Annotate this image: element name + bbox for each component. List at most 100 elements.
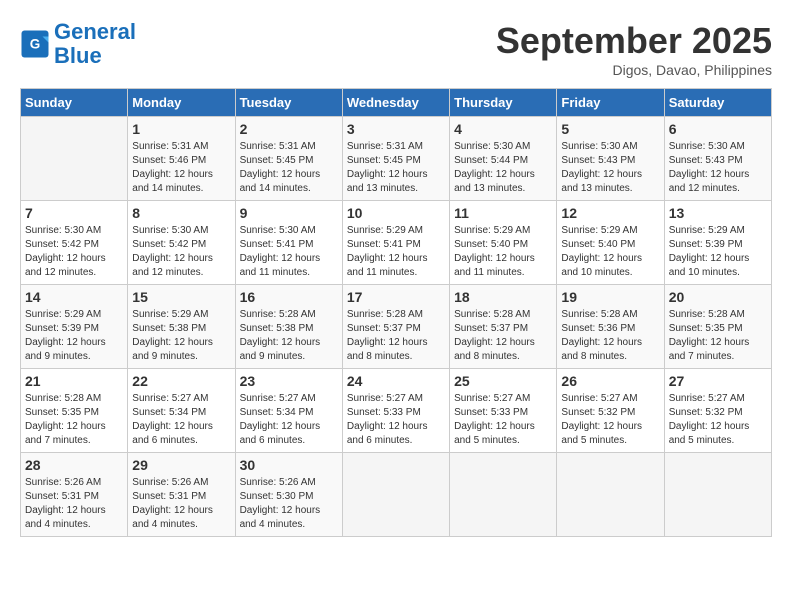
col-header-thursday: Thursday (450, 89, 557, 117)
header-row: SundayMondayTuesdayWednesdayThursdayFrid… (21, 89, 772, 117)
day-info: Sunrise: 5:30 AM Sunset: 5:42 PM Dayligh… (132, 224, 230, 280)
day-info: Sunrise: 5:28 AM Sunset: 5:37 PM Dayligh… (347, 308, 445, 364)
day-info: Sunrise: 5:26 AM Sunset: 5:31 PM Dayligh… (132, 476, 230, 532)
day-cell: 22 Sunrise: 5:27 AM Sunset: 5:34 PM Dayli… (128, 369, 235, 453)
day-info: Sunrise: 5:28 AM Sunset: 5:35 PM Dayligh… (25, 392, 123, 448)
day-info: Sunrise: 5:29 AM Sunset: 5:39 PM Dayligh… (669, 224, 767, 280)
day-number: 13 (669, 205, 767, 221)
day-info: Sunrise: 5:28 AM Sunset: 5:35 PM Dayligh… (669, 308, 767, 364)
page-header: G General Blue September 2025 Digos, Dav… (20, 20, 772, 78)
day-number: 6 (669, 121, 767, 137)
day-cell: 20Sunrise: 5:28 AM Sunset: 5:35 PM Dayli… (664, 285, 771, 369)
day-info: Sunrise: 5:29 AM Sunset: 5:39 PM Dayligh… (25, 308, 123, 364)
week-row-5: 28 Sunrise: 5:26 AM Sunset: 5:31 PM Dayli… (21, 453, 772, 537)
day-number: 25 (454, 373, 552, 389)
week-row-2: 7 Sunrise: 5:30 AM Sunset: 5:42 PM Daylig… (21, 201, 772, 285)
day-cell: 4 Sunrise: 5:30 AM Sunset: 5:44 PM Daylig… (450, 117, 557, 201)
day-info: Sunrise: 5:29 AM Sunset: 5:40 PM Dayligh… (454, 224, 552, 280)
day-info: Sunrise: 5:30 AM Sunset: 5:43 PM Dayligh… (669, 140, 767, 196)
day-cell: 24 Sunrise: 5:27 AM Sunset: 5:33 PM Dayli… (342, 369, 449, 453)
day-cell: 27Sunrise: 5:27 AM Sunset: 5:32 PM Dayli… (664, 369, 771, 453)
day-info: Sunrise: 5:31 AM Sunset: 5:45 PM Dayligh… (240, 140, 338, 196)
day-info: Sunrise: 5:27 AM Sunset: 5:34 PM Dayligh… (132, 392, 230, 448)
day-cell: 25 Sunrise: 5:27 AM Sunset: 5:33 PM Dayli… (450, 369, 557, 453)
day-number: 26 (561, 373, 659, 389)
day-cell: 7Sunrise: 5:30 AM Sunset: 5:42 PM Daylig… (21, 201, 128, 285)
month-title: September 2025 (496, 20, 772, 62)
calendar-table: SundayMondayTuesdayWednesdayThursdayFrid… (20, 88, 772, 537)
day-cell (557, 453, 664, 537)
day-number: 8 (132, 205, 230, 221)
day-info: Sunrise: 5:30 AM Sunset: 5:44 PM Dayligh… (454, 140, 552, 196)
day-info: Sunrise: 5:26 AM Sunset: 5:30 PM Dayligh… (240, 476, 338, 532)
day-number: 11 (454, 205, 552, 221)
day-number: 10 (347, 205, 445, 221)
day-cell: 2Sunrise: 5:31 AM Sunset: 5:45 PM Daylig… (235, 117, 342, 201)
day-cell: 30 Sunrise: 5:26 AM Sunset: 5:30 PM Dayli… (235, 453, 342, 537)
day-cell: 8 Sunrise: 5:30 AM Sunset: 5:42 PM Daylig… (128, 201, 235, 285)
day-cell: 6 Sunrise: 5:30 AM Sunset: 5:43 PM Daylig… (664, 117, 771, 201)
col-header-tuesday: Tuesday (235, 89, 342, 117)
day-number: 3 (347, 121, 445, 137)
day-cell: 3 Sunrise: 5:31 AM Sunset: 5:45 PM Daylig… (342, 117, 449, 201)
day-number: 22 (132, 373, 230, 389)
logo-text: General Blue (54, 20, 136, 68)
day-cell: 21 Sunrise: 5:28 AM Sunset: 5:35 PM Dayli… (21, 369, 128, 453)
col-header-wednesday: Wednesday (342, 89, 449, 117)
day-info: Sunrise: 5:28 AM Sunset: 5:37 PM Dayligh… (454, 308, 552, 364)
day-number: 24 (347, 373, 445, 389)
day-cell: 19 Sunrise: 5:28 AM Sunset: 5:36 PM Dayli… (557, 285, 664, 369)
day-info: Sunrise: 5:27 AM Sunset: 5:33 PM Dayligh… (454, 392, 552, 448)
day-number: 1 (132, 121, 230, 137)
week-row-4: 21 Sunrise: 5:28 AM Sunset: 5:35 PM Dayli… (21, 369, 772, 453)
day-number: 7 (25, 205, 123, 221)
day-cell (342, 453, 449, 537)
day-number: 14 (25, 289, 123, 305)
day-cell: 28 Sunrise: 5:26 AM Sunset: 5:31 PM Dayli… (21, 453, 128, 537)
day-cell: 16Sunrise: 5:28 AM Sunset: 5:38 PM Dayli… (235, 285, 342, 369)
col-header-sunday: Sunday (21, 89, 128, 117)
day-cell: 12 Sunrise: 5:29 AM Sunset: 5:40 PM Dayli… (557, 201, 664, 285)
day-cell (21, 117, 128, 201)
day-number: 30 (240, 457, 338, 473)
day-info: Sunrise: 5:27 AM Sunset: 5:33 PM Dayligh… (347, 392, 445, 448)
week-row-1: 1Sunrise: 5:31 AM Sunset: 5:46 PM Daylig… (21, 117, 772, 201)
day-cell: 23 Sunrise: 5:27 AM Sunset: 5:34 PM Dayli… (235, 369, 342, 453)
logo: G General Blue (20, 20, 136, 68)
week-row-3: 14 Sunrise: 5:29 AM Sunset: 5:39 PM Dayli… (21, 285, 772, 369)
day-cell: 17 Sunrise: 5:28 AM Sunset: 5:37 PM Dayli… (342, 285, 449, 369)
day-info: Sunrise: 5:29 AM Sunset: 5:40 PM Dayligh… (561, 224, 659, 280)
day-cell (664, 453, 771, 537)
day-info: Sunrise: 5:30 AM Sunset: 5:43 PM Dayligh… (561, 140, 659, 196)
day-cell: 11 Sunrise: 5:29 AM Sunset: 5:40 PM Dayli… (450, 201, 557, 285)
day-info: Sunrise: 5:28 AM Sunset: 5:36 PM Dayligh… (561, 308, 659, 364)
day-number: 23 (240, 373, 338, 389)
day-cell: 18 Sunrise: 5:28 AM Sunset: 5:37 PM Dayli… (450, 285, 557, 369)
day-cell: 10 Sunrise: 5:29 AM Sunset: 5:41 PM Dayli… (342, 201, 449, 285)
day-info: Sunrise: 5:27 AM Sunset: 5:34 PM Dayligh… (240, 392, 338, 448)
day-info: Sunrise: 5:26 AM Sunset: 5:31 PM Dayligh… (25, 476, 123, 532)
col-header-friday: Friday (557, 89, 664, 117)
day-info: Sunrise: 5:31 AM Sunset: 5:45 PM Dayligh… (347, 140, 445, 196)
day-info: Sunrise: 5:27 AM Sunset: 5:32 PM Dayligh… (561, 392, 659, 448)
day-cell: 13 Sunrise: 5:29 AM Sunset: 5:39 PM Dayli… (664, 201, 771, 285)
day-number: 19 (561, 289, 659, 305)
day-number: 9 (240, 205, 338, 221)
day-number: 12 (561, 205, 659, 221)
day-number: 28 (25, 457, 123, 473)
day-cell: 15Sunrise: 5:29 AM Sunset: 5:38 PM Dayli… (128, 285, 235, 369)
day-number: 17 (347, 289, 445, 305)
day-info: Sunrise: 5:29 AM Sunset: 5:41 PM Dayligh… (347, 224, 445, 280)
day-cell: 9Sunrise: 5:30 AM Sunset: 5:41 PM Daylig… (235, 201, 342, 285)
day-number: 18 (454, 289, 552, 305)
day-number: 16 (240, 289, 338, 305)
col-header-saturday: Saturday (664, 89, 771, 117)
day-cell (450, 453, 557, 537)
title-area: September 2025 Digos, Davao, Philippines (496, 20, 772, 78)
day-number: 4 (454, 121, 552, 137)
location-subtitle: Digos, Davao, Philippines (496, 62, 772, 78)
day-cell: 14 Sunrise: 5:29 AM Sunset: 5:39 PM Dayli… (21, 285, 128, 369)
day-number: 21 (25, 373, 123, 389)
col-header-monday: Monday (128, 89, 235, 117)
day-cell: 5Sunrise: 5:30 AM Sunset: 5:43 PM Daylig… (557, 117, 664, 201)
